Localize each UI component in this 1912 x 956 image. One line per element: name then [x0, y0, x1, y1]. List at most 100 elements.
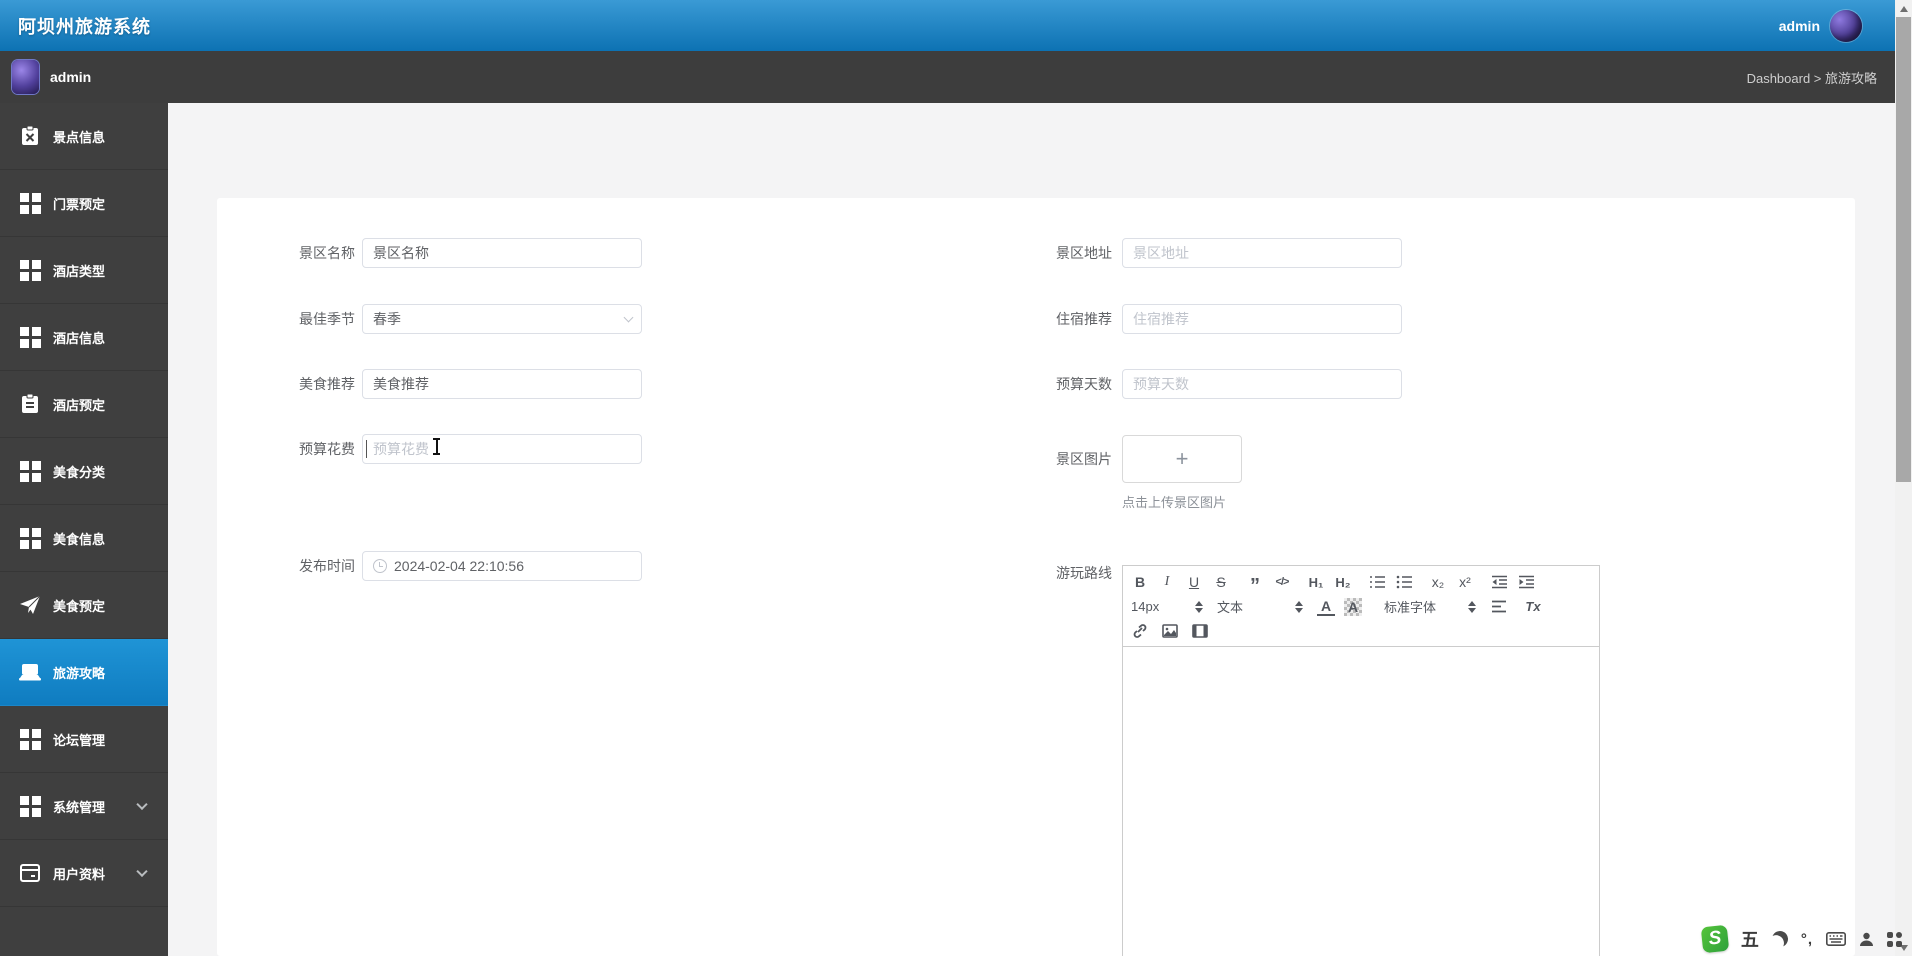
sub-bar: admin Dashboard > 旅游攻略	[0, 51, 1912, 103]
sidebar-item-ticket-booking[interactable]: 门票预定	[0, 170, 168, 237]
grid-icon	[18, 325, 42, 349]
sidebar-item-food-category[interactable]: 美食分类	[0, 438, 168, 505]
clean-format-button[interactable]: Tx	[1524, 598, 1542, 616]
lodging-input[interactable]	[1122, 304, 1402, 334]
code-block-button[interactable]: </>	[1273, 573, 1291, 591]
sidebar-item-label: 旅游攻略	[53, 665, 106, 681]
sidebar-item-label: 用户资料	[53, 866, 106, 882]
strike-button[interactable]: S	[1212, 573, 1230, 591]
subscript-button[interactable]: x₂	[1429, 573, 1447, 591]
editor-content-area[interactable]	[1123, 647, 1599, 956]
breadcrumb[interactable]: Dashboard > 旅游攻略	[1747, 68, 1877, 87]
plus-icon: +	[1175, 446, 1189, 471]
ordered-list-button[interactable]	[1368, 573, 1386, 591]
bullet-list-button[interactable]	[1395, 573, 1413, 591]
outdent-button[interactable]	[1490, 573, 1508, 591]
person-icon[interactable]	[1859, 932, 1874, 947]
food-label: 美食推荐	[299, 376, 355, 392]
laptop-icon	[18, 660, 42, 684]
best-season-select[interactable]: 春季	[362, 304, 642, 334]
sidebar-item-label: 酒店类型	[53, 263, 106, 279]
underline-button[interactable]: U	[1185, 573, 1203, 591]
scenic-address-label: 景区地址	[1056, 245, 1112, 261]
ime-toolbar[interactable]: S 五 °,	[1700, 924, 1902, 954]
italic-button[interactable]: I	[1158, 573, 1176, 591]
route-editor: B I U S ” </> H₁ H₂ x₂ x² 14px 文本 A A 标准…	[1122, 565, 1600, 956]
bold-button[interactable]: B	[1131, 573, 1149, 591]
font-size-dropdown[interactable]: 14px	[1131, 599, 1203, 614]
scenic-image-label: 景区图片	[1056, 451, 1112, 467]
sidebar-item-hotel-booking[interactable]: 酒店预定	[0, 371, 168, 438]
publish-time-label: 发布时间	[299, 558, 355, 574]
user-avatar[interactable]	[1830, 9, 1862, 42]
header-1-button[interactable]: H₁	[1307, 573, 1325, 591]
sidebar-item-label: 酒店预定	[53, 397, 106, 413]
toolbox-grid-icon[interactable]	[1887, 931, 1902, 947]
sidebar-item-hotel-info[interactable]: 酒店信息	[0, 304, 168, 371]
sidebar-item-scenic-info[interactable]: 景点信息	[0, 103, 168, 170]
font-family-dropdown[interactable]: 标准字体	[1384, 597, 1476, 616]
top-bar: 阿坝州旅游系统 admin	[0, 0, 1912, 51]
sogou-logo-icon[interactable]: S	[1700, 924, 1730, 954]
sidebar-item-hotel-type[interactable]: 酒店类型	[0, 237, 168, 304]
upload-hint-link[interactable]: 点击上传景区图片	[1122, 492, 1226, 511]
budget-days-input[interactable]	[1122, 369, 1402, 399]
image-upload-box[interactable]: +	[1122, 435, 1242, 483]
route-label: 游玩路线	[1056, 565, 1112, 581]
sidebar-item-label: 酒店信息	[53, 330, 106, 346]
scrollbar-thumb[interactable]	[1896, 17, 1911, 482]
sidebar-item-food-info[interactable]: 美食信息	[0, 505, 168, 572]
sidebar-item-label: 美食预定	[53, 598, 106, 614]
header-2-button[interactable]: H₂	[1334, 573, 1352, 591]
vertical-scrollbar[interactable]	[1895, 0, 1912, 956]
sidebar-item-label: 景点信息	[53, 129, 106, 145]
food-input[interactable]	[362, 369, 642, 399]
sidebar-item-system-management[interactable]: 系统管理	[0, 773, 168, 840]
grid-icon	[18, 459, 42, 483]
updown-icon	[1295, 600, 1303, 613]
sidebar-item-forum-management[interactable]: 论坛管理	[0, 706, 168, 773]
sidebar-item-food-booking[interactable]: 美食预定	[0, 572, 168, 639]
link-icon[interactable]	[1131, 622, 1149, 640]
grid-icon	[18, 258, 42, 282]
indent-button[interactable]	[1517, 573, 1535, 591]
video-icon[interactable]	[1191, 622, 1209, 640]
keyboard-icon[interactable]	[1826, 932, 1846, 946]
publish-time-input[interactable]: 2024-02-04 22:10:56	[362, 551, 642, 581]
topbar-username[interactable]: admin	[1779, 18, 1820, 34]
clock-icon	[373, 559, 387, 573]
scenic-name-input[interactable]	[362, 238, 642, 268]
app-title: 阿坝州旅游系统	[18, 16, 151, 37]
editor-toolbar: B I U S ” </> H₁ H₂ x₂ x² 14px 文本 A A 标准…	[1123, 566, 1599, 647]
sidebar-item-travel-guide[interactable]: 旅游攻略	[0, 639, 168, 706]
page: 阿坝州旅游系统 admin admin Dashboard > 旅游攻略 景点信…	[0, 0, 1912, 956]
form-card: 景区名称 最佳季节 春季 美食推荐 预算花费 发布时间 2024-02-04 2…	[217, 198, 1855, 956]
scroll-up-button[interactable]	[1895, 0, 1912, 17]
ime-punctuation-mode[interactable]: °,	[1801, 931, 1813, 948]
clipboard-x-icon	[18, 124, 42, 148]
admin-avatar[interactable]	[12, 60, 39, 94]
budget-cost-input[interactable]	[362, 434, 642, 464]
align-button[interactable]	[1490, 598, 1508, 616]
sidebar-item-label: 美食信息	[53, 531, 106, 547]
publish-time-value: 2024-02-04 22:10:56	[394, 558, 524, 574]
scenic-address-input[interactable]	[1122, 238, 1402, 268]
background-color-button[interactable]: A	[1344, 597, 1362, 616]
sidebar-item-user-profile[interactable]: 用户资料	[0, 840, 168, 907]
blockquote-button[interactable]: ”	[1246, 573, 1264, 596]
grid-icon	[18, 794, 42, 818]
paragraph-dropdown[interactable]: 文本	[1217, 597, 1303, 616]
font-family-value: 标准字体	[1384, 600, 1437, 615]
image-icon[interactable]	[1161, 622, 1179, 640]
moon-icon[interactable]	[1770, 929, 1790, 949]
mouse-ibeam-cursor	[432, 438, 441, 455]
paragraph-value: 文本	[1217, 600, 1244, 615]
chevron-down-icon	[623, 312, 634, 323]
superscript-button[interactable]: x²	[1456, 573, 1474, 591]
ime-wubi-mode[interactable]: 五	[1741, 926, 1759, 952]
best-season-label: 最佳季节	[299, 311, 355, 327]
font-size-value: 14px	[1131, 599, 1160, 614]
sidebar-item-label: 美食分类	[53, 464, 106, 480]
best-season-value: 春季	[373, 311, 401, 327]
text-color-button[interactable]: A	[1317, 598, 1335, 616]
